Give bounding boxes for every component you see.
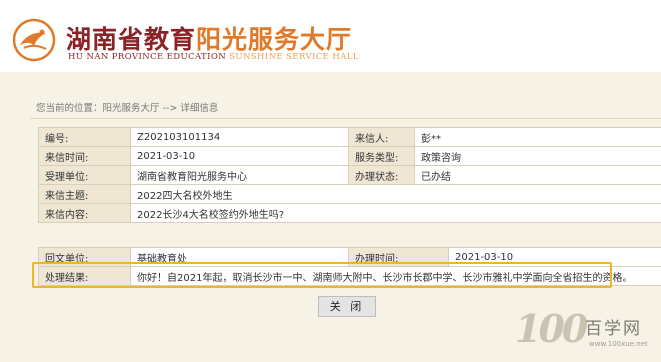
breadcrumb-current: 详细信息 [180, 103, 219, 114]
sender-value: 彭** [414, 127, 661, 147]
number-value: Z202103101134 [130, 127, 349, 147]
reply-info-table: 回文单位: 基础教育处 办理时间: 2021-03-10 处理结果: 你好！自2… [38, 247, 661, 286]
service-type-value: 政策咨询 [414, 146, 661, 166]
number-label: 编号: [38, 127, 131, 147]
watermark: 100 百学网 www.100xue.net [507, 304, 657, 360]
table-row: 编号: Z202103101134 来信人: 彭** [38, 127, 661, 147]
reply-unit-label: 回文单位: [38, 247, 131, 267]
process-time-label: 办理时间: [348, 247, 449, 267]
date-label: 来信时间: [38, 146, 131, 166]
watermark-name: 百学网 [585, 319, 642, 339]
handler-value: 湖南省教育阳光服务中心 [130, 165, 349, 185]
process-time-value: 2021-03-10 [448, 247, 661, 267]
status-value: 已办结 [414, 165, 661, 185]
subject-label: 来信主题: [38, 184, 131, 204]
table-row: 来信时间: 2021-03-10 服务类型: 政策咨询 [38, 146, 661, 166]
logo-icon [12, 18, 56, 62]
date-value: 2021-03-10 [130, 146, 349, 166]
breadcrumb: 您当前的位置：阳光服务大厅 --> 详细信息 [36, 100, 218, 114]
table-row: 来信内容: 2022长沙4大名校签约外地生吗? [38, 203, 661, 223]
table-row: 回文单位: 基础教育处 办理时间: 2021-03-10 [38, 247, 661, 267]
service-type-label: 服务类型: [348, 146, 415, 166]
result-value: 你好！自2021年起，取消长沙市一中、湖南师大附中、长沙市长郡中学、长沙市雅礼中… [130, 266, 661, 286]
site-title: 湖南省教育阳光服务大厅 [66, 20, 352, 56]
breadcrumb-separator: --> [162, 103, 178, 114]
close-button[interactable]: 关 闭 [318, 296, 376, 317]
site-subtitle-part2: SUNSHINE SERVICE HALL [229, 52, 359, 62]
content-label: 来信内容: [38, 203, 131, 223]
site-subtitle: HU NAN PROVINCE EDUCATION SUNSHINE SERVI… [68, 52, 359, 62]
result-label: 处理结果: [38, 266, 131, 286]
watermark-number: 100 [515, 306, 588, 351]
handler-label: 受理单位: [38, 165, 131, 185]
site-title-part1: 湖南省教育 [66, 25, 197, 54]
site-subtitle-part1: HU NAN PROVINCE EDUCATION [68, 52, 227, 62]
site-title-part2: 阳光服务大厅 [196, 25, 353, 54]
breadcrumb-prefix: 您当前的位置： [36, 103, 103, 114]
sender-label: 来信人: [348, 127, 415, 147]
breadcrumb-divider [30, 118, 661, 119]
table-row: 受理单位: 湖南省教育阳光服务中心 办理状态: 已办结 [38, 165, 661, 185]
watermark-url: www.100xue.net [589, 340, 648, 348]
table-row: 处理结果: 你好！自2021年起，取消长沙市一中、湖南师大附中、长沙市长郡中学、… [38, 266, 661, 286]
breadcrumb-home-link[interactable]: 阳光服务大厅 [103, 103, 160, 114]
status-label: 办理状态: [348, 165, 415, 185]
subject-value: 2022四大名校外地生 [130, 184, 661, 204]
table-row: 来信主题: 2022四大名校外地生 [38, 184, 661, 204]
reply-unit-value: 基础教育处 [130, 247, 349, 267]
letter-info-table: 编号: Z202103101134 来信人: 彭** 来信时间: 2021-03… [38, 127, 661, 223]
content-value: 2022长沙4大名校签约外地生吗? [130, 203, 661, 223]
site-header: 湖南省教育阳光服务大厅 HU NAN PROVINCE EDUCATION SU… [0, 0, 661, 72]
